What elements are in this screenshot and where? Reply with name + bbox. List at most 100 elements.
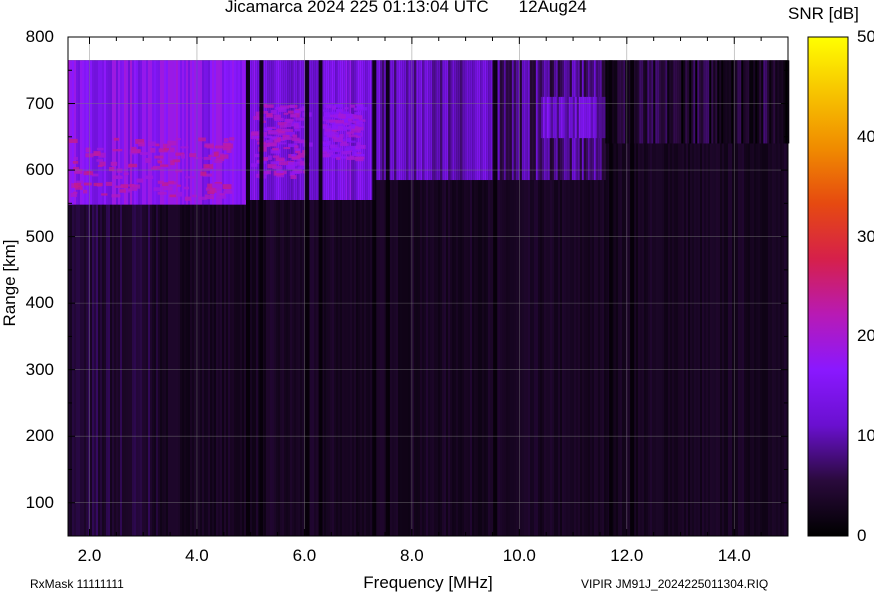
echo-column <box>130 60 132 205</box>
echo-patch <box>324 128 331 132</box>
echo-column <box>675 60 678 144</box>
echo-column <box>369 60 372 201</box>
echo-column <box>134 60 136 205</box>
echo-column <box>509 60 512 181</box>
echo-column <box>556 96 559 139</box>
echo-patch <box>180 146 189 149</box>
echo-patch <box>229 137 235 141</box>
echo-patch <box>145 158 151 163</box>
echo-column <box>765 60 768 144</box>
echo-patch <box>213 151 219 157</box>
echo-patch <box>152 165 161 170</box>
echo-column <box>420 60 423 181</box>
x-tick-label: 8.0 <box>400 546 424 565</box>
echo-patch <box>105 181 113 186</box>
echo-column <box>594 96 597 139</box>
echo-column <box>546 96 549 139</box>
echo-patch <box>290 175 297 179</box>
echo-patch <box>111 194 121 198</box>
echo-patch <box>275 157 285 162</box>
echo-column <box>695 60 698 144</box>
echo-column <box>424 60 427 181</box>
echo-column <box>507 60 510 181</box>
echo-patch <box>295 117 305 121</box>
echo-column <box>176 60 178 205</box>
echo-column <box>124 60 126 205</box>
echo-column <box>535 60 538 181</box>
echo-patch <box>207 183 213 189</box>
echo-column <box>380 60 383 181</box>
echo-patch <box>287 110 294 114</box>
y-tick-label: 700 <box>25 93 54 113</box>
echo-column <box>148 60 150 205</box>
echo-patch <box>222 142 232 147</box>
echo-patch <box>153 187 162 192</box>
echo-column <box>554 96 557 139</box>
echo-column <box>228 60 230 205</box>
echo-patch <box>203 156 212 160</box>
echo-column <box>769 60 772 144</box>
echo-column <box>592 96 595 139</box>
echo-column <box>470 60 473 181</box>
echo-patch <box>96 183 102 187</box>
echo-patch <box>157 191 167 195</box>
echo-column <box>558 96 561 139</box>
echo-column <box>531 60 534 181</box>
echo-patch <box>331 105 337 110</box>
echo-column <box>755 60 758 144</box>
echo-patch <box>321 109 330 112</box>
echo-column <box>596 96 599 139</box>
colorbar-tick-label: 40 <box>857 126 874 146</box>
echo-patch <box>324 112 331 117</box>
echo-column <box>552 96 555 139</box>
echo-patch <box>93 150 101 156</box>
echo-column <box>486 60 489 181</box>
echo-column <box>763 60 766 144</box>
y-tick-label: 400 <box>25 293 54 313</box>
echo-column <box>651 60 654 144</box>
echo-column <box>617 60 620 144</box>
colorbar-tick-label: 30 <box>857 226 874 246</box>
echo-patch <box>74 182 82 188</box>
echo-patch <box>354 112 361 115</box>
echo-column <box>519 60 522 181</box>
echo-column <box>422 60 425 181</box>
echo-column <box>580 96 583 139</box>
echo-column <box>396 60 399 181</box>
echo-column <box>136 60 138 205</box>
echo-column <box>438 60 441 181</box>
echo-patch <box>101 193 108 196</box>
echo-column <box>142 60 144 205</box>
echo-column <box>521 60 524 181</box>
echo-column <box>72 60 74 205</box>
dark-column <box>608 60 613 536</box>
echo-column <box>408 60 411 181</box>
echo-column <box>404 60 407 181</box>
echo-patch <box>291 154 296 157</box>
echo-column <box>739 60 742 144</box>
echo-column <box>707 60 710 144</box>
echo-column <box>363 60 366 201</box>
echo-column <box>681 60 684 144</box>
echo-column <box>773 60 776 144</box>
echo-column <box>513 60 516 181</box>
echo-patch <box>85 147 91 153</box>
echo-patch <box>136 178 144 183</box>
x-tick-label: 14.0 <box>717 546 751 565</box>
echo-column <box>497 60 500 181</box>
echo-column <box>460 60 463 181</box>
echo-column <box>315 60 318 201</box>
echo-column <box>588 96 591 139</box>
echo-patch <box>335 120 345 124</box>
echo-column <box>659 60 662 144</box>
echo-column <box>785 60 788 144</box>
echo-column <box>448 60 451 181</box>
echo-column <box>430 60 433 181</box>
echo-patch <box>287 161 297 167</box>
echo-patch <box>272 147 279 151</box>
echo-column <box>761 60 764 144</box>
echo-column <box>615 60 618 144</box>
echo-column <box>641 60 644 144</box>
echo-column <box>653 60 656 144</box>
echo-column <box>253 60 256 201</box>
